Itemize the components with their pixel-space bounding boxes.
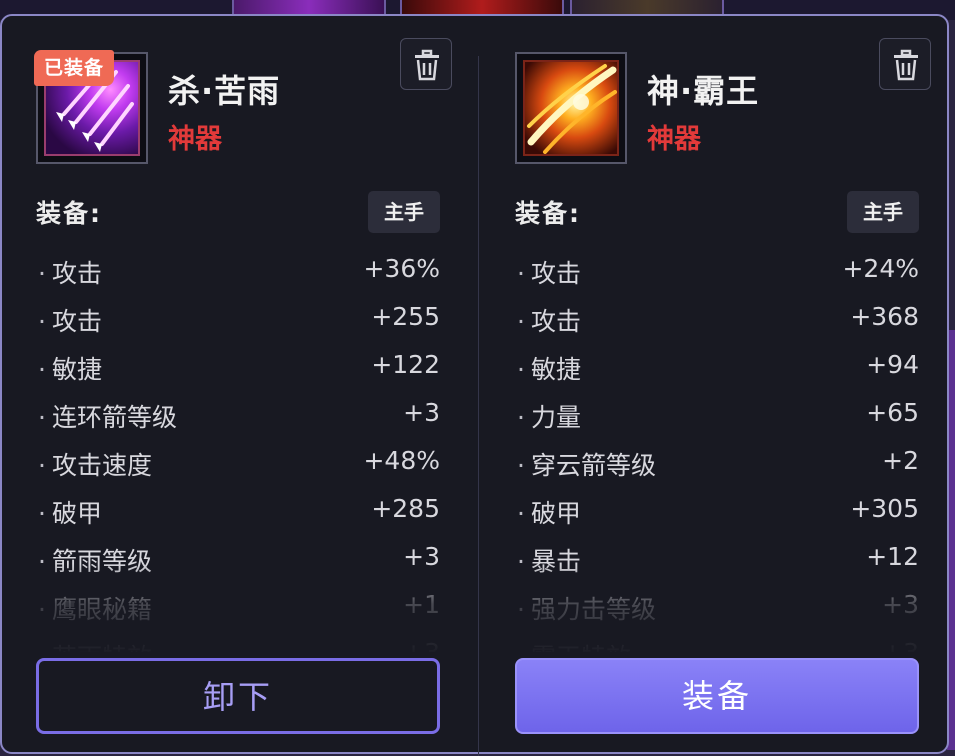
stat-name: 连环箭等级 [38, 398, 177, 434]
item-name: 杀·苦雨 [168, 72, 281, 110]
stat-value: +255 [371, 302, 440, 331]
stat-value: +3 [882, 638, 919, 652]
stat-row: 攻击 +36% [36, 250, 440, 298]
equip-button[interactable]: 装备 [515, 658, 919, 734]
stat-list[interactable]: 攻击 +24% 攻击 +368 敏捷 +94 力量 +65 穿云箭等级 +2 破甲 +305… [515, 250, 919, 652]
stat-value: +3 [882, 590, 919, 619]
golden-slash-icon [523, 60, 619, 156]
stat-row: 暴击 +12 [515, 538, 919, 586]
stat-name: 强力击等级 [517, 590, 656, 626]
stat-row: 连环箭等级 +3 [36, 394, 440, 442]
stat-row: 穿云箭等级 +2 [515, 442, 919, 490]
stat-value: +12 [866, 542, 919, 571]
stat-value: +3 [403, 398, 440, 427]
stat-value: +3 [403, 542, 440, 571]
slot-badge: 主手 [368, 191, 440, 233]
item-compare-panel: 已装备 杀·苦雨 神器 装备: 主手 攻击 +36% 攻击 +255 敏捷 +122 … [0, 14, 949, 756]
equip-label: 装备: [515, 199, 581, 228]
stat-row: 破甲 +305 [515, 490, 919, 538]
stat-value: +122 [371, 350, 440, 379]
stat-name: 穿云箭等级 [517, 446, 656, 482]
stat-row: 破甲 +285 [36, 490, 440, 538]
stat-name: 攻击 [38, 302, 102, 338]
stat-name: 攻击 [517, 302, 581, 338]
stat-row: 敏捷 +94 [515, 346, 919, 394]
delete-button[interactable] [400, 38, 452, 90]
item-rarity: 神器 [168, 124, 222, 155]
stat-value: +368 [850, 302, 919, 331]
stat-value: +305 [850, 494, 919, 523]
equipped-item-card: 已装备 杀·苦雨 神器 装备: 主手 攻击 +36% 攻击 +255 敏捷 +122 … [34, 16, 474, 756]
stat-value: +65 [866, 398, 919, 427]
stat-row: 攻击速度 +48% [36, 442, 440, 490]
stat-row: 力量 +65 [515, 394, 919, 442]
panel-divider [478, 56, 479, 756]
stat-row: 箭雨等级 +3 [36, 538, 440, 586]
stat-row: 霸王特效 +3 [515, 634, 919, 652]
item-rarity: 神器 [647, 124, 701, 155]
stat-row: 鹰眼秘籍 +1 [36, 586, 440, 634]
stat-name: 霸王特效 [517, 638, 631, 652]
stat-name: 暴击 [517, 542, 581, 578]
stat-name: 鹰眼秘籍 [38, 590, 152, 626]
equipped-badge: 已装备 [34, 50, 115, 86]
stat-row: 敏捷 +122 [36, 346, 440, 394]
stat-name: 箭雨等级 [38, 542, 152, 578]
stat-value: +36% [363, 254, 440, 283]
stat-value: +48% [363, 446, 440, 475]
stat-name: 攻击 [517, 254, 581, 290]
stat-value: +24% [842, 254, 919, 283]
equip-label: 装备: [36, 199, 102, 228]
stat-name: 破甲 [517, 494, 581, 530]
stat-row: 攻击 +368 [515, 298, 919, 346]
stat-row: 强力击等级 +3 [515, 586, 919, 634]
stat-value: +94 [866, 350, 919, 379]
stat-value: +1 [403, 590, 440, 619]
stat-name: 敏捷 [517, 350, 581, 386]
stat-value: +285 [371, 494, 440, 523]
stat-name: 攻击 [38, 254, 102, 290]
item-name: 神·霸王 [647, 72, 760, 110]
unequip-button[interactable]: 卸下 [36, 658, 440, 734]
candidate-item-card: 神·霸王 神器 装备: 主手 攻击 +24% 攻击 +368 敏捷 +94 力量 +65… [513, 16, 953, 756]
stat-name: 攻击速度 [38, 446, 152, 482]
stat-name: 力量 [517, 398, 581, 434]
delete-button[interactable] [879, 38, 931, 90]
stat-value: +2 [882, 446, 919, 475]
stat-row: 攻击 +24% [515, 250, 919, 298]
stat-list[interactable]: 攻击 +36% 攻击 +255 敏捷 +122 连环箭等级 +3 攻击速度 +48% 破甲… [36, 250, 440, 652]
stat-name: 敏捷 [38, 350, 102, 386]
stat-row: 攻击 +255 [36, 298, 440, 346]
slot-badge: 主手 [847, 191, 919, 233]
stat-value: +3 [403, 638, 440, 652]
item-icon-frame[interactable] [515, 52, 627, 164]
stat-row: 苦雨特效 +3 [36, 634, 440, 652]
stat-name: 破甲 [38, 494, 102, 530]
stat-name: 苦雨特效 [38, 638, 152, 652]
